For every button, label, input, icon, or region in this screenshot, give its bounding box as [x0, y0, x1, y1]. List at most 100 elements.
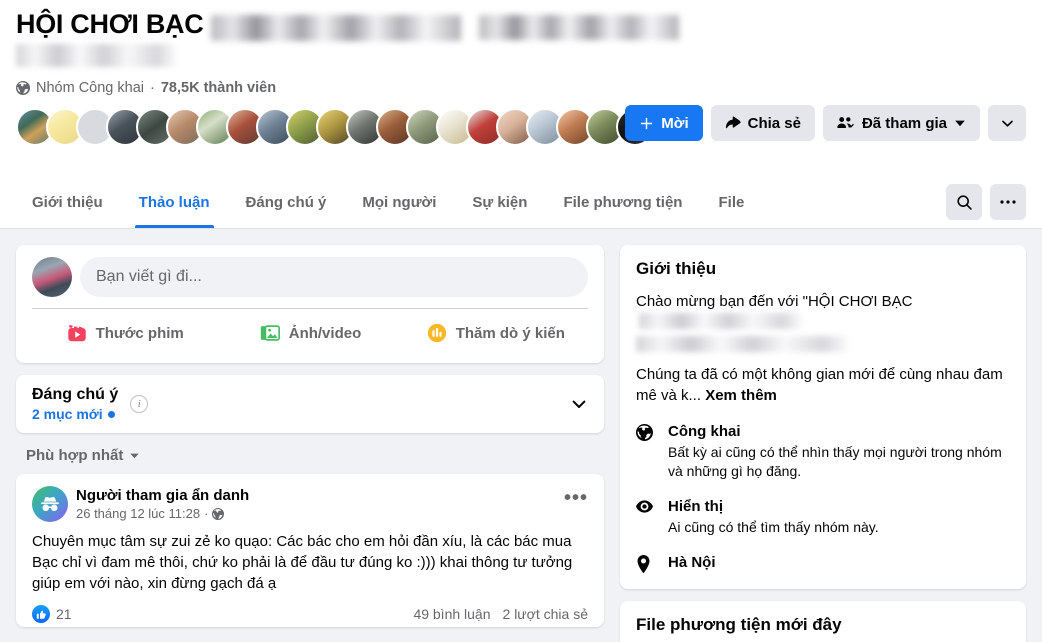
tabbar-more-button[interactable] [990, 184, 1026, 220]
group-title-line-2 [16, 43, 1026, 70]
post-stats-right: 49 bình luận 2 lượt chia sẻ [413, 606, 588, 622]
redacted-about-part-2 [636, 336, 848, 352]
composer-photo-video-button[interactable]: Ảnh/video [217, 313, 402, 353]
redacted-about-part-1 [639, 313, 802, 329]
invite-button[interactable]: Mời [625, 105, 703, 141]
highlights-text: Đáng chú ý 2 mục mới [32, 385, 118, 423]
about-item-body: Hiển thị Ai cũng có thể tìm thấy nhóm nà… [668, 497, 879, 537]
highlights-expand-button[interactable] [570, 395, 588, 413]
composer-action-label: Thăm dò ý kiến [455, 324, 565, 342]
page-title: HỘI CHƠI BẠC [16, 8, 680, 41]
redacted-title-part-2 [479, 15, 680, 41]
post-timestamp[interactable]: 26 tháng 12 lúc 11:28 [76, 505, 200, 522]
tab-label: Sự kiện [472, 193, 528, 211]
highlights-subtitle: 2 mục mới [32, 405, 118, 423]
group-meta: Nhóm Công khai · 78,5K thành viên [16, 80, 1026, 96]
about-item-visibility: Hiển thị Ai cũng có thể tìm thấy nhóm nà… [636, 497, 1010, 537]
composer-reels-button[interactable]: Thước phim [32, 313, 217, 353]
tab-label: File phương tiện [563, 193, 683, 211]
tab-label: File [718, 193, 745, 211]
group-privacy-label: Nhóm Công khai [36, 79, 144, 96]
group-title-row: HỘI CHƠI BẠC [16, 8, 1026, 41]
group-members-count[interactable]: 78,5K thành viên [161, 80, 276, 96]
search-button[interactable] [946, 184, 982, 220]
poll-bars-icon [426, 322, 448, 344]
post-like-count[interactable]: 21 [56, 606, 72, 622]
tab-dang-chu-y[interactable]: Đáng chú ý [230, 176, 343, 228]
tab-label: Giới thiệu [32, 193, 103, 211]
avatar[interactable] [32, 257, 72, 297]
joined-button[interactable]: Đã tham gia [822, 105, 980, 141]
tab-moi-nguoi[interactable]: Mọi người [346, 176, 452, 228]
composer-top-row: Bạn viết gì đi... [32, 257, 588, 297]
search-icon [956, 194, 973, 211]
tab-file-phuong-tien[interactable]: File phương tiện [547, 176, 698, 228]
group-tabbar: Giới thiệu Thảo luận Đáng chú ý Mọi ngườ… [0, 176, 1042, 228]
tab-label: Mọi người [362, 193, 437, 211]
post-author-block: Người tham gia ẩn danh 26 tháng 12 lúc 1… [76, 486, 249, 522]
tabbar-right-actions [946, 184, 1026, 220]
composer-poll-button[interactable]: Thăm dò ý kiến [403, 313, 588, 353]
about-heading: Giới thiệu [636, 259, 717, 278]
post-stats: 21 49 bình luận 2 lượt chia sẻ [32, 605, 588, 627]
about-welcome: Chào mừng bạn đến với "HỘI CHƠI BẠC [636, 291, 1010, 352]
feed-sort-dropdown[interactable]: Phù hợp nhất [16, 433, 604, 474]
globe-icon [16, 80, 30, 95]
reels-clapperboard-icon [66, 322, 88, 344]
post-share-count[interactable]: 2 lượt chia sẻ [503, 606, 588, 622]
composer-action-label: Ảnh/video [288, 324, 362, 342]
redacted-title-part-3 [16, 43, 176, 67]
post-author-name[interactable]: Người tham gia ẩn danh [76, 486, 249, 505]
tab-gioi-thieu[interactable]: Giới thiệu [16, 176, 119, 228]
feed-post: Người tham gia ẩn danh 26 tháng 12 lúc 1… [16, 474, 604, 627]
group-title-text: HỘI CHƠI BẠC [16, 9, 204, 39]
feed-sort-label: Phù hợp nhất [26, 447, 124, 464]
post-text: Chuyên mục tâm sự zui zẻ ko quạo: Các bá… [32, 533, 573, 592]
about-item-title: Công khai [668, 423, 741, 440]
chevron-down-icon [954, 117, 966, 129]
highlights-card[interactable]: Đáng chú ý 2 mục mới i [16, 375, 604, 433]
group-header: HỘI CHƠI BẠC Nhóm Công khai · 78,5K thàn… [0, 0, 1042, 229]
members-check-icon [837, 115, 855, 131]
composer-input[interactable]: Bạn viết gì đi... [80, 257, 588, 297]
ellipsis-icon [999, 199, 1017, 205]
composer-actions: Thước phim Ảnh/video Thăm dò ý kiến [32, 309, 588, 357]
about-item-location: Hà Nội [636, 553, 1010, 573]
share-arrow-icon [725, 115, 741, 131]
feed-column: Bạn viết gì đi... Thước phim Ảnh/video T… [16, 245, 604, 642]
share-button[interactable]: Chia sẻ [710, 105, 815, 141]
about-item-desc: Ai cũng có thể tìm thấy nhóm này. [668, 519, 879, 535]
tab-list: Giới thiệu Thảo luận Đáng chú ý Mọi ngườ… [16, 176, 760, 228]
about-item-title: Hiển thị [668, 498, 723, 515]
meta-separator: · [150, 79, 155, 96]
about-card: Giới thiệu Chào mừng bạn đến với "HỘI CH… [620, 245, 1026, 589]
post-time-separator: · [204, 506, 209, 521]
about-description: Chúng ta đã có một không gian mới để cùn… [636, 364, 1010, 406]
tab-su-kien[interactable]: Sự kiện [456, 176, 543, 228]
about-item-body: Công khai Bất kỳ ai cũng có thể nhìn thấ… [668, 422, 1010, 481]
info-icon[interactable]: i [130, 395, 149, 413]
redacted-title-part-1 [211, 14, 462, 41]
more-options-button[interactable] [988, 105, 1026, 141]
location-pin-icon [636, 553, 656, 573]
caret-down-icon [129, 450, 140, 461]
post-comment-count[interactable]: 49 bình luận [413, 606, 490, 622]
invite-button-label: Mời [661, 114, 689, 132]
tab-label: Thảo luận [138, 193, 210, 211]
group-action-buttons: Mời Chia sẻ Đã tham gia [625, 105, 1026, 141]
globe-icon [636, 422, 656, 481]
eye-icon [636, 497, 656, 537]
post-more-button[interactable]: ••• [564, 486, 588, 508]
plus-icon [639, 116, 654, 131]
incognito-avatar-icon[interactable] [32, 486, 68, 522]
like-thumb-icon [32, 605, 50, 623]
recent-media-heading: File phương tiện mới đây [636, 615, 842, 634]
about-description-text: Chúng ta đã có một không gian mới để cùn… [636, 366, 1003, 404]
about-item-desc: Bất kỳ ai cũng có thể nhìn thấy mọi ngườ… [668, 444, 1002, 479]
tab-file[interactable]: File [702, 176, 760, 228]
tab-label: Đáng chú ý [245, 193, 327, 211]
recent-media-card: File phương tiện mới đây [620, 601, 1026, 642]
joined-button-label: Đã tham gia [861, 114, 947, 132]
tab-thao-luan[interactable]: Thảo luận [123, 176, 226, 228]
about-see-more-link[interactable]: Xem thêm [705, 387, 777, 404]
